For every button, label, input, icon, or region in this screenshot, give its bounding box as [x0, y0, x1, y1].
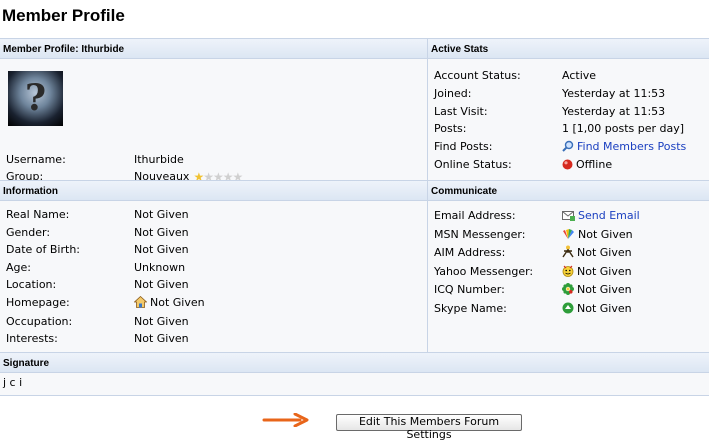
stat-label: Account Status:: [434, 69, 521, 82]
offline-status-icon: [562, 159, 573, 170]
icq-text: Not Given: [577, 283, 632, 296]
info-value: Not Given: [134, 243, 189, 256]
stat-row: Online Status: Offline: [428, 157, 709, 173]
skype-icon: [562, 302, 574, 314]
information-panel: Real Name: Not Given Gender: Not Given Dat…: [0, 201, 427, 352]
info-value: Not Given: [134, 278, 189, 291]
contact-label: ICQ Number:: [434, 283, 505, 296]
find-posts-value: Find Members Posts: [562, 139, 686, 155]
yahoo-icon: [562, 265, 574, 277]
stat-row: Find Posts: Find Members Posts: [428, 139, 709, 155]
active-stats-header: Active Stats: [428, 38, 709, 59]
arrow-pointer-icon: [262, 413, 309, 427]
msn-value: Not Given: [562, 227, 633, 243]
info-label: Occupation:: [6, 315, 73, 328]
username-label: Username:: [6, 153, 66, 166]
home-icon: [134, 296, 147, 308]
info-label: Location:: [6, 278, 57, 291]
info-value: Not Given: [134, 315, 189, 328]
info-label: Homepage:: [6, 296, 70, 309]
info-value: Not Given: [134, 226, 189, 239]
skype-value: Not Given: [562, 301, 632, 317]
info-row: Location: Not Given: [0, 277, 427, 293]
profile-frame: Member Profile: Ithurbide Active Stats ?…: [0, 38, 709, 398]
stat-row: Account Status: Active: [428, 68, 709, 84]
info-value: Not Given: [134, 332, 189, 345]
username-row: Username: Ithurbide: [0, 152, 427, 168]
info-row: Age: Unknown: [0, 260, 427, 276]
signature-header: Signature: [0, 352, 709, 373]
icq-icon: [562, 283, 574, 295]
stat-value: 1 [1,00 posts per day]: [562, 122, 685, 135]
info-row: Real Name: Not Given: [0, 207, 427, 223]
signature-text: j c i: [3, 376, 23, 389]
information-header: Information: [0, 180, 427, 201]
profile-header: Member Profile: Ithurbide: [0, 38, 427, 59]
signature-panel: j c i: [0, 373, 709, 396]
info-row: Date of Birth: Not Given: [0, 242, 427, 258]
info-label: Interests:: [6, 332, 58, 345]
stat-row: Posts: 1 [1,00 posts per day]: [428, 121, 709, 137]
stat-value: Active: [562, 69, 597, 82]
send-email-link[interactable]: Send Email: [578, 209, 640, 222]
info-value: Not Given: [134, 208, 189, 221]
contact-row: Skype Name: Not Given: [428, 301, 709, 317]
stat-row: Joined: Yesterday at 11:53: [428, 86, 709, 102]
info-value: Unknown: [134, 261, 186, 274]
email-icon: [562, 211, 575, 221]
active-stats-panel: Account Status: Active Joined: Yesterday…: [428, 59, 709, 180]
aim-value: Not Given: [562, 245, 632, 261]
communicate-header: Communicate: [428, 180, 709, 201]
contact-row: AIM Address: Not Given: [428, 245, 709, 261]
info-row: Occupation: Not Given: [0, 314, 427, 330]
aim-icon: [562, 245, 574, 258]
aim-text: Not Given: [577, 246, 632, 259]
stat-row: Last Visit: Yesterday at 11:53: [428, 104, 709, 120]
stat-label: Online Status:: [434, 158, 512, 171]
info-label: Age:: [6, 261, 31, 274]
msn-text: Not Given: [578, 228, 633, 241]
stat-label: Joined:: [434, 87, 472, 100]
yahoo-value: Not Given: [562, 264, 632, 280]
homepage-value: Not Given: [134, 295, 205, 311]
online-status-text: Offline: [576, 158, 613, 171]
communicate-panel: Email Address: Send Email MSN Messenger:…: [428, 201, 709, 352]
contact-row: ICQ Number: Not Given: [428, 282, 709, 298]
skype-text: Not Given: [577, 302, 632, 315]
info-row: Interests: Not Given: [0, 331, 427, 347]
contact-label: Skype Name:: [434, 302, 507, 315]
page-title: Member Profile: [2, 6, 125, 25]
stat-value: Yesterday at 11:53: [562, 87, 666, 100]
username-value: Ithurbide: [134, 153, 184, 166]
profile-panel: ? Username: Ithurbide Group: Nouveaux ★★★…: [0, 59, 427, 184]
stat-value: Yesterday at 11:53: [562, 105, 666, 118]
info-label: Date of Birth:: [6, 243, 81, 256]
stat-label: Posts:: [434, 122, 467, 135]
info-row: Homepage: Not Given: [0, 295, 427, 311]
homepage-text: Not Given: [150, 296, 205, 309]
yahoo-text: Not Given: [577, 265, 632, 278]
magnifier-icon: [562, 140, 574, 152]
msn-icon: [563, 229, 574, 239]
avatar: ?: [8, 71, 63, 126]
email-value: Send Email: [562, 208, 640, 224]
info-row: Gender: Not Given: [0, 225, 427, 241]
find-members-posts-link[interactable]: Find Members Posts: [577, 140, 686, 153]
info-label: Gender:: [6, 226, 51, 239]
edit-member-settings-button[interactable]: Edit This Members Forum Settings: [336, 414, 522, 441]
contact-row: MSN Messenger: Not Given: [428, 227, 709, 243]
stat-label: Last Visit:: [434, 105, 488, 118]
contact-label: AIM Address:: [434, 246, 506, 259]
online-status-value: Offline: [562, 157, 612, 173]
contact-label: Yahoo Messenger:: [434, 265, 534, 278]
contact-label: Email Address:: [434, 209, 516, 222]
contact-row: Email Address: Send Email: [428, 208, 709, 224]
contact-label: MSN Messenger:: [434, 228, 526, 241]
icq-value: Not Given: [562, 282, 632, 298]
stat-label: Find Posts:: [434, 140, 493, 153]
info-label: Real Name:: [6, 208, 70, 221]
contact-row: Yahoo Messenger: Not Given: [428, 264, 709, 280]
